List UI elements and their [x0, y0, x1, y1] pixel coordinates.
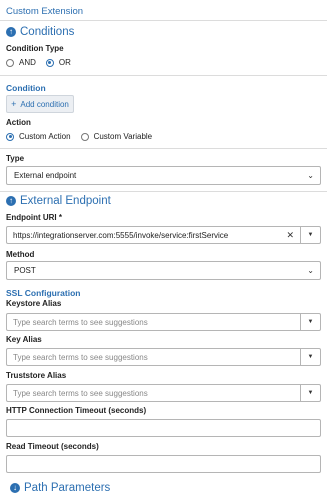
radio-custom-action[interactable]: Custom Action: [6, 132, 71, 141]
truststore-alias-dropdown-button[interactable]: ▼: [301, 384, 321, 402]
truststore-alias-label: Truststore Alias: [6, 371, 67, 380]
radio-or-circle[interactable]: [45, 58, 54, 67]
radio-custom-variable-label: Custom Variable: [93, 132, 153, 141]
arrow-down-circle-icon: ↓: [10, 483, 20, 493]
read-timeout-input[interactable]: [6, 455, 321, 473]
ssl-configuration-title: SSL Configuration: [6, 288, 81, 298]
radio-or[interactable]: OR: [45, 58, 71, 67]
http-timeout-label: HTTP Connection Timeout (seconds): [6, 406, 147, 415]
caret-down-icon: ▼: [307, 232, 314, 238]
radio-or-label: OR: [58, 58, 71, 67]
radio-custom-variable[interactable]: Custom Variable: [80, 132, 153, 141]
action-group: Custom Action Custom Variable: [6, 132, 162, 141]
condition-type-label: Condition Type: [6, 44, 64, 53]
endpoint-uri-combo: https://integrationserver.com:5555/invok…: [6, 226, 321, 244]
condition-title: Condition: [6, 83, 46, 93]
divider: [0, 20, 327, 21]
chevron-down-icon: ⌄: [307, 266, 314, 275]
radio-custom-action-circle[interactable]: [6, 132, 14, 141]
condition-type-group: AND OR: [6, 58, 81, 67]
arrow-up-circle-icon: ↑: [6, 27, 16, 37]
radio-custom-variable-circle[interactable]: [80, 132, 89, 141]
caret-down-icon: ▼: [307, 390, 314, 396]
caret-down-icon: ▼: [307, 319, 314, 325]
clear-icon[interactable]: ✕: [286, 230, 294, 241]
method-select-value: POST: [14, 266, 36, 275]
radio-and-label: AND: [19, 58, 36, 67]
path-parameters-section-toggle[interactable]: ↓ Path Parameters: [10, 482, 110, 494]
arrow-up-circle-icon: ↑: [6, 196, 16, 206]
key-alias-dropdown-button[interactable]: ▼: [301, 348, 321, 366]
plus-icon: +: [11, 99, 17, 109]
key-alias-placeholder: Type search terms to see suggestions: [13, 352, 148, 362]
divider: [0, 75, 327, 76]
conditions-section-toggle[interactable]: ↑ Conditions: [6, 26, 74, 38]
key-alias-label: Key Alias: [6, 335, 42, 344]
add-condition-label: Add condition: [20, 99, 69, 109]
key-alias-input[interactable]: Type search terms to see suggestions: [6, 348, 301, 366]
conditions-section-title: Conditions: [20, 26, 75, 38]
endpoint-uri-label: Endpoint URI *: [6, 213, 62, 222]
type-label: Type: [6, 154, 25, 163]
external-endpoint-section-toggle[interactable]: ↑ External Endpoint: [6, 195, 111, 207]
page-title: Custom Extension: [6, 6, 84, 17]
keystore-alias-label: Keystore Alias: [6, 299, 62, 308]
endpoint-uri-dropdown-button[interactable]: ▼: [301, 226, 321, 244]
truststore-alias-placeholder: Type search terms to see suggestions: [13, 388, 148, 398]
type-select-value: External endpoint: [14, 171, 77, 180]
divider: [0, 191, 327, 192]
truststore-alias-combo: Type search terms to see suggestions ▼: [6, 384, 321, 402]
radio-custom-action-label: Custom Action: [19, 132, 71, 141]
endpoint-uri-input[interactable]: https://integrationserver.com:5555/invok…: [6, 226, 301, 244]
keystore-alias-placeholder: Type search terms to see suggestions: [13, 317, 148, 327]
keystore-alias-dropdown-button[interactable]: ▼: [301, 313, 321, 331]
external-endpoint-section-title: External Endpoint: [20, 195, 111, 207]
chevron-down-icon: ⌄: [307, 171, 314, 180]
caret-down-icon: ▼: [307, 354, 314, 360]
method-select[interactable]: POST ⌄: [6, 261, 321, 280]
type-select[interactable]: External endpoint ⌄: [6, 166, 321, 185]
radio-and-circle[interactable]: [6, 58, 14, 67]
read-timeout-label: Read Timeout (seconds): [6, 442, 99, 451]
keystore-alias-combo: Type search terms to see suggestions ▼: [6, 313, 321, 331]
divider: [0, 148, 327, 149]
method-label: Method: [6, 250, 35, 259]
truststore-alias-input[interactable]: Type search terms to see suggestions: [6, 384, 301, 402]
keystore-alias-input[interactable]: Type search terms to see suggestions: [6, 313, 301, 331]
radio-and[interactable]: AND: [6, 58, 36, 67]
action-label: Action: [6, 118, 31, 127]
add-condition-button[interactable]: + Add condition: [6, 95, 74, 113]
path-parameters-section-title: Path Parameters: [24, 482, 111, 494]
http-timeout-input[interactable]: [6, 419, 321, 437]
key-alias-combo: Type search terms to see suggestions ▼: [6, 348, 321, 366]
endpoint-uri-value: https://integrationserver.com:5555/invok…: [13, 230, 229, 240]
